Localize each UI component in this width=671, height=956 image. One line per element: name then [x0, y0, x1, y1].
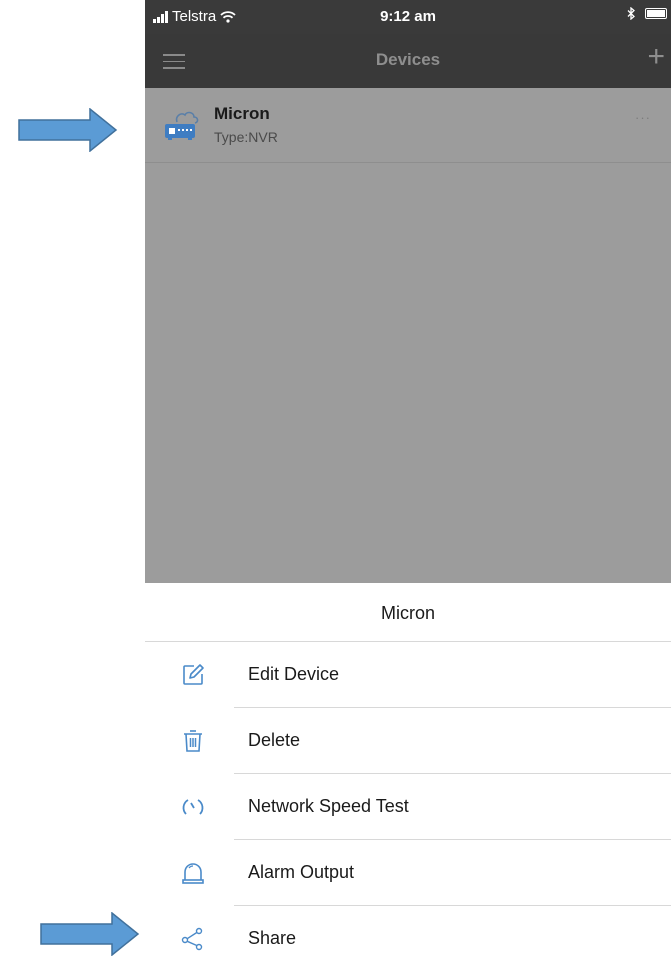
annotation-arrow-device — [18, 108, 118, 152]
device-name: Micron — [214, 104, 270, 123]
nav-bar: Devices + — [145, 34, 671, 88]
alarm-icon — [182, 863, 204, 884]
phone-screen: Telstra 9:12 am Devices + Micron Type:NV… — [145, 0, 671, 955]
share-button[interactable]: Share — [145, 906, 671, 955]
share-icon — [181, 927, 203, 951]
battery-icon — [645, 8, 667, 19]
bluetooth-icon — [627, 7, 635, 20]
alarm-output-button[interactable]: Alarm Output — [145, 840, 671, 906]
delete-label: Delete — [248, 730, 301, 750]
nvr-cloud-icon — [165, 111, 199, 140]
edit-device-label: Edit Device — [248, 664, 340, 684]
action-sheet: Micron Edit Device Delete Network Speed … — [145, 583, 671, 955]
trash-icon — [184, 730, 202, 752]
more-options-icon[interactable]: ··· — [635, 110, 651, 125]
status-right — [627, 7, 667, 20]
edit-device-button[interactable]: Edit Device — [145, 642, 671, 708]
delete-button[interactable]: Delete — [145, 708, 671, 774]
status-time: 9:12 am — [380, 8, 436, 25]
speedometer-icon — [182, 799, 204, 815]
alarm-output-label: Alarm Output — [248, 862, 355, 882]
share-label: Share — [248, 928, 297, 948]
page-title: Devices — [375, 50, 441, 69]
device-type: Type:NVR — [214, 129, 278, 145]
device-list-item[interactable]: Micron Type:NVR ··· — [145, 88, 671, 163]
network-speed-test-button[interactable]: Network Speed Test — [145, 774, 671, 840]
edit-icon — [183, 664, 204, 685]
action-sheet-title: Micron — [145, 583, 671, 642]
status-bar: Telstra 9:12 am — [145, 0, 671, 34]
network-speed-test-label: Network Speed Test — [248, 796, 409, 816]
annotation-arrow-share — [40, 912, 140, 956]
dimmed-device-list[interactable]: Micron Type:NVR ··· — [145, 88, 671, 583]
add-device-icon[interactable]: + — [647, 42, 665, 72]
